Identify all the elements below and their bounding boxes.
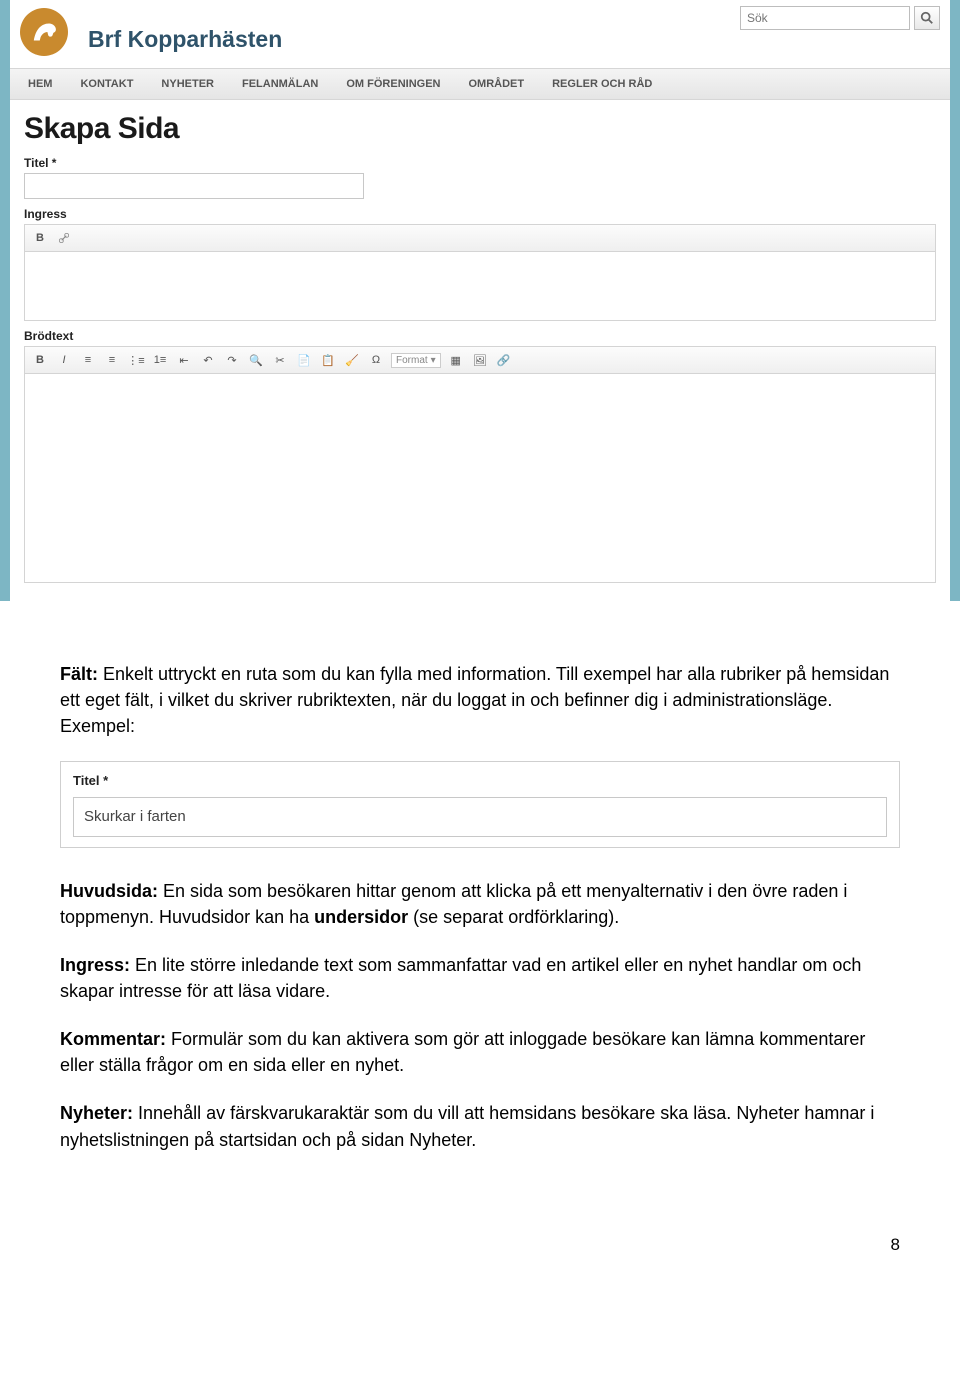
site-header: Brf Kopparhästen [10,0,950,60]
outdent-icon[interactable]: ⇤ [175,351,193,369]
italic-button[interactable]: I [55,351,73,369]
image-icon[interactable]: 🖼 [471,351,489,369]
def-nyheter: Nyheter: Innehåll av färskvarukaraktär s… [60,1100,900,1152]
document-body: Fält: Enkelt uttryckt en ruta som du kan… [0,601,960,1195]
link-icon[interactable] [55,229,73,247]
search-icon [920,11,934,25]
code-icon[interactable]: Ω [367,351,385,369]
brodtext-editor[interactable] [24,373,936,583]
falt-body: Enkelt uttryckt en ruta som du kan fylla… [60,664,889,736]
kommentar-term: Kommentar: [60,1029,166,1049]
search-input[interactable] [740,6,910,30]
ingress-editor[interactable] [24,251,936,321]
search-bar [740,6,940,30]
main-nav: HEM KONTAKT NYHETER FELANMÄLAN OM FÖRENI… [10,68,950,100]
find-icon[interactable]: 🔍 [247,351,265,369]
clean-icon[interactable]: 🧹 [343,351,361,369]
app-screenshot: Brf Kopparhästen HEM KONTAKT NYHETER FEL… [0,0,960,601]
bold-button[interactable]: B [31,351,49,369]
page-number: 8 [0,1195,960,1271]
nyheter-term: Nyheter: [60,1103,133,1123]
def-falt: Fält: Enkelt uttryckt en ruta som du kan… [60,661,900,739]
brodtext-label: Brödtext [24,329,936,343]
kommentar-body: Formulär som du kan aktivera som gör att… [60,1029,865,1075]
example-titel-value: Skurkar i farten [73,797,887,837]
ingress-body: En lite större inledande text som samman… [60,955,861,1001]
align-left-icon[interactable]: ≡ [79,351,97,369]
def-ingress: Ingress: En lite större inledande text s… [60,952,900,1004]
list-ol-icon[interactable]: 1≡ [151,351,169,369]
titel-input[interactable] [24,173,364,199]
falt-term: Fält: [60,664,98,684]
search-button[interactable] [914,6,940,30]
ingress-term: Ingress: [60,955,130,975]
ingress-label: Ingress [24,207,936,221]
nav-regler[interactable]: REGLER OCH RÅD [538,69,666,99]
huvudsida-bold: undersidor [314,907,408,927]
format-label: Format [396,355,428,366]
example-field-box: Titel * Skurkar i farten [60,761,900,848]
bold-button[interactable]: B [31,229,49,247]
huvudsida-body-b: (se separat ordförklaring). [408,907,619,927]
link-icon[interactable]: 🔗 [495,351,513,369]
paste-icon[interactable]: 📋 [319,351,337,369]
redo-icon[interactable]: ↷ [223,351,241,369]
nav-om-foreningen[interactable]: OM FÖRENINGEN [332,69,454,99]
titel-label: Titel * [24,156,936,170]
nav-nyheter[interactable]: NYHETER [147,69,228,99]
format-select[interactable]: Format ▾ [391,353,441,368]
align-center-icon[interactable]: ≡ [103,351,121,369]
form-area: Skapa Sida Titel * Ingress B Brödtext B … [10,100,950,601]
brodtext-toolbar: B I ≡ ≡ ⋮≡ 1≡ ⇤ ↶ ↷ 🔍 ✂ 📄 📋 🧹 Ω Format ▾… [24,346,936,373]
page-heading: Skapa Sida [24,112,936,146]
example-titel-label: Titel * [73,772,887,791]
list-ul-icon[interactable]: ⋮≡ [127,351,145,369]
def-huvudsida: Huvudsida: En sida som besökaren hittar … [60,878,900,930]
cut-icon[interactable]: ✂ [271,351,289,369]
logo-icon [20,8,68,56]
nav-hem[interactable]: HEM [14,69,66,99]
nyheter-body: Innehåll av färskvarukaraktär som du vil… [60,1103,874,1149]
copy-icon[interactable]: 📄 [295,351,313,369]
undo-icon[interactable]: ↶ [199,351,217,369]
nav-omradet[interactable]: OMRÅDET [455,69,539,99]
def-kommentar: Kommentar: Formulär som du kan aktivera … [60,1026,900,1078]
site-title: Brf Kopparhästen [88,26,282,53]
ingress-toolbar: B [24,224,936,251]
huvudsida-term: Huvudsida: [60,881,158,901]
nav-felanmalan[interactable]: FELANMÄLAN [228,69,332,99]
nav-kontakt[interactable]: KONTAKT [66,69,147,99]
table-icon[interactable]: ▦ [447,351,465,369]
